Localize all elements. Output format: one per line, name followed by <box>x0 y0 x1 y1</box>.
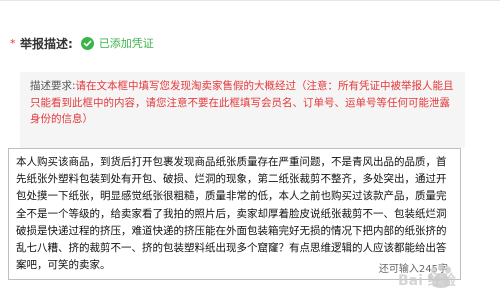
requirements-notice: 描述要求:请在文本框中填写您发现淘卖家售假的大概经过（注意：所有凭证中被举报人能… <box>20 72 465 148</box>
description-text[interactable]: 本人购买该商品，到货后打开包裹发现商品纸张质量存在严重问题，不是青风出品的品质，… <box>16 154 456 274</box>
field-label: 举报描述: <box>20 36 73 51</box>
requirements-text: 描述要求:请在文本框中填写您发现淘卖家售假的大概经过（注意：所有凭证中被举报人能… <box>30 78 455 128</box>
requirements-prefix: 描述要求: <box>30 80 76 92</box>
top-divider <box>0 0 500 1</box>
baidu-jingyan-watermark: Bai 经验 <box>392 258 494 296</box>
required-mark: * <box>10 36 16 50</box>
watermark-text: Bai 经验 <box>398 272 457 289</box>
watermark-logo: Bai 经验 <box>394 261 492 293</box>
check-circle-icon <box>80 36 94 50</box>
requirements-body: 请在文本框中填写您发现淘卖家售假的大概经过（注意：所有凭证中被举报人能且只能看到… <box>30 80 454 125</box>
evidence-status-text: 已添加凭证 <box>98 37 154 50</box>
report-description-row: * 举报描述: 已添加凭证 <box>10 34 154 52</box>
